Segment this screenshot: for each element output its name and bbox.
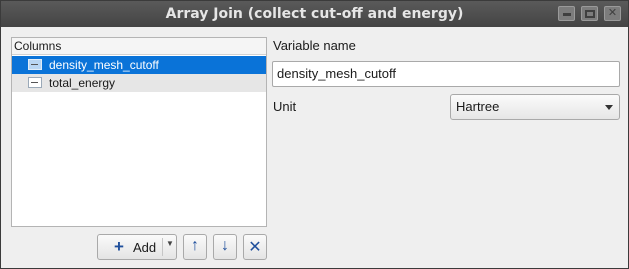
maximize-button[interactable] [581,6,598,21]
dialog-window: Array Join (collect cut-off and energy) … [0,0,629,269]
minimize-icon [563,13,571,16]
add-button[interactable]: + Add ▼ [97,234,177,260]
chevron-down-icon[interactable]: ▼ [166,239,174,248]
arrow-down-icon: ↓ [221,237,229,254]
minimize-button[interactable] [558,6,575,21]
variable-icon [28,77,42,88]
variable-icon [28,59,42,70]
list-header: Columns [12,38,266,55]
list-item-label: total_energy [49,76,116,90]
add-button-label: Add [133,240,157,255]
variable-name-label: Variable name [273,38,356,53]
columns-list[interactable]: Columns density_mesh_cutoff total_energy [11,37,267,227]
list-item[interactable]: total_energy [12,74,266,92]
chevron-down-icon [605,105,613,110]
move-down-button[interactable]: ↓ [213,234,237,260]
unit-select-value: Hartree [456,99,500,114]
move-up-button[interactable]: ↑ [183,234,207,260]
list-item[interactable]: density_mesh_cutoff [12,56,266,74]
window-title: Array Join (collect cut-off and energy) [165,6,464,22]
list-item-label: density_mesh_cutoff [49,58,159,72]
maximize-icon [585,10,595,18]
plus-icon: + [114,237,124,256]
variable-name-input[interactable]: density_mesh_cutoff [272,61,620,87]
close-icon: ✕ [248,239,262,256]
arrow-up-icon: ↑ [191,237,199,254]
close-icon: ✕ [607,7,618,19]
close-window-button[interactable]: ✕ [604,6,621,21]
unit-select[interactable]: Hartree [450,94,620,120]
remove-button[interactable]: ✕ [243,234,267,260]
divider [162,238,163,256]
unit-label: Unit [273,99,297,114]
title-bar[interactable]: Array Join (collect cut-off and energy) … [1,1,628,27]
